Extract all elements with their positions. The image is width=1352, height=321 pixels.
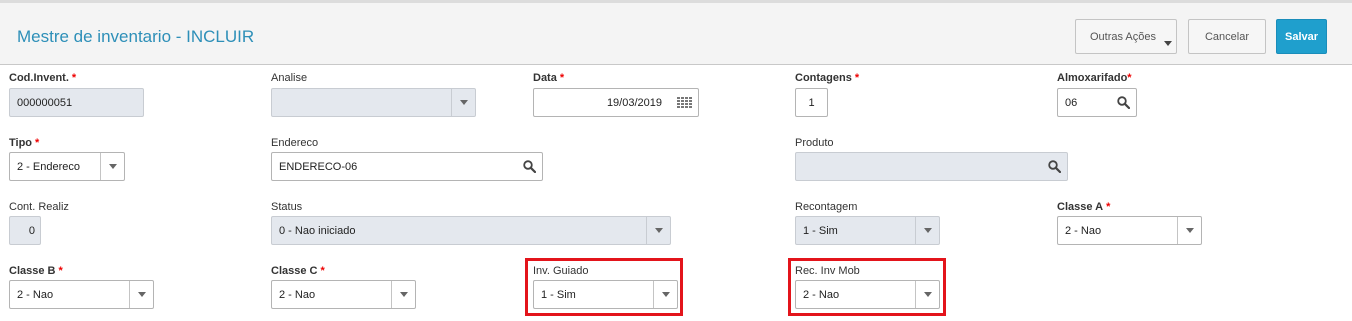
data-value: 19/03/2019 bbox=[606, 96, 662, 109]
cont-realiz-value: 0 bbox=[28, 224, 35, 237]
classe-b-value: 2 - Nao bbox=[17, 288, 54, 301]
inv-guiado-value: 1 - Sim bbox=[541, 288, 576, 301]
almoxarifado-label: Almoxarifado* bbox=[1057, 72, 1132, 84]
classe-b-select[interactable]: 2 - Nao bbox=[9, 280, 154, 309]
recontagem-value: 1 - Sim bbox=[803, 224, 838, 237]
classe-c-label: Classe C * bbox=[271, 265, 325, 277]
cont-realiz-label: Cont. Realiz bbox=[9, 201, 69, 213]
endereco-field[interactable]: ENDERECO-06 bbox=[271, 152, 543, 181]
chevron-down-icon[interactable] bbox=[653, 281, 677, 308]
recontagem-select[interactable]: 1 - Sim bbox=[795, 216, 940, 245]
produto-field[interactable] bbox=[795, 152, 1068, 181]
data-label: Data * bbox=[533, 72, 565, 84]
chevron-down-icon[interactable] bbox=[391, 281, 415, 308]
tipo-label: Tipo * bbox=[9, 137, 40, 149]
other-actions-label: Outras Ações bbox=[1089, 30, 1157, 43]
status-value: 0 - Nao iniciado bbox=[279, 224, 356, 237]
chevron-down-icon[interactable] bbox=[915, 217, 939, 244]
chevron-down-icon[interactable] bbox=[646, 217, 670, 244]
caret-down-icon bbox=[1164, 41, 1172, 46]
other-actions-button[interactable]: Outras Ações bbox=[1075, 19, 1177, 54]
classe-b-label: Classe B * bbox=[9, 265, 63, 277]
tipo-value: 2 - Endereco bbox=[17, 160, 80, 173]
calendar-icon[interactable] bbox=[670, 89, 698, 116]
chevron-down-icon[interactable] bbox=[100, 153, 124, 180]
chevron-down-icon[interactable] bbox=[129, 281, 153, 308]
tipo-select[interactable]: 2 - Endereco bbox=[9, 152, 125, 181]
classe-c-value: 2 - Nao bbox=[279, 288, 316, 301]
page-header: Mestre de inventario - INCLUIR Outras Aç… bbox=[0, 3, 1352, 65]
contagens-value: 1 bbox=[808, 96, 815, 109]
almoxarifado-field[interactable]: 06 bbox=[1057, 88, 1137, 117]
data-date-field[interactable]: 19/03/2019 bbox=[533, 88, 699, 117]
contagens-field[interactable]: 1 bbox=[795, 88, 828, 117]
save-button[interactable]: Salvar bbox=[1276, 19, 1327, 54]
classe-a-select[interactable]: 2 - Nao bbox=[1057, 216, 1202, 245]
analise-select[interactable] bbox=[271, 88, 476, 117]
status-select[interactable]: 0 - Nao iniciado bbox=[271, 216, 671, 245]
cod-invent-value: 000000051 bbox=[17, 96, 73, 109]
contagens-label: Contagens * bbox=[795, 72, 860, 84]
recontagem-label: Recontagem bbox=[795, 201, 858, 213]
analise-label: Analise bbox=[271, 72, 308, 84]
chevron-down-icon[interactable] bbox=[451, 89, 475, 116]
produto-label: Produto bbox=[795, 137, 834, 149]
cod-invent-label: Cod.Invent. * bbox=[9, 72, 77, 84]
rec-inv-mob-value: 2 - Nao bbox=[803, 288, 840, 301]
inv-guiado-label: Inv. Guiado bbox=[533, 265, 589, 277]
classe-c-select[interactable]: 2 - Nao bbox=[271, 280, 416, 309]
classe-a-label: Classe A * bbox=[1057, 201, 1111, 213]
search-icon[interactable] bbox=[1110, 89, 1136, 116]
inv-guiado-select[interactable]: 1 - Sim bbox=[533, 280, 678, 309]
cancel-button[interactable]: Cancelar bbox=[1188, 19, 1266, 54]
endereco-value: ENDERECO-06 bbox=[279, 160, 358, 173]
cont-realiz-field[interactable]: 0 bbox=[9, 216, 41, 245]
chevron-down-icon[interactable] bbox=[915, 281, 939, 308]
classe-a-value: 2 - Nao bbox=[1065, 224, 1102, 237]
endereco-label: Endereco bbox=[271, 137, 319, 149]
cod-invent-field[interactable]: 000000051 bbox=[9, 88, 144, 117]
chevron-down-icon[interactable] bbox=[1177, 217, 1201, 244]
status-label: Status bbox=[271, 201, 303, 213]
rec-inv-mob-label: Rec. Inv Mob bbox=[795, 265, 860, 277]
rec-inv-mob-select[interactable]: 2 - Nao bbox=[795, 280, 940, 309]
search-icon[interactable] bbox=[1041, 153, 1067, 180]
page-title: Mestre de inventario - INCLUIR bbox=[17, 27, 255, 46]
almoxarifado-value: 06 bbox=[1065, 96, 1078, 109]
search-icon[interactable] bbox=[516, 153, 542, 180]
